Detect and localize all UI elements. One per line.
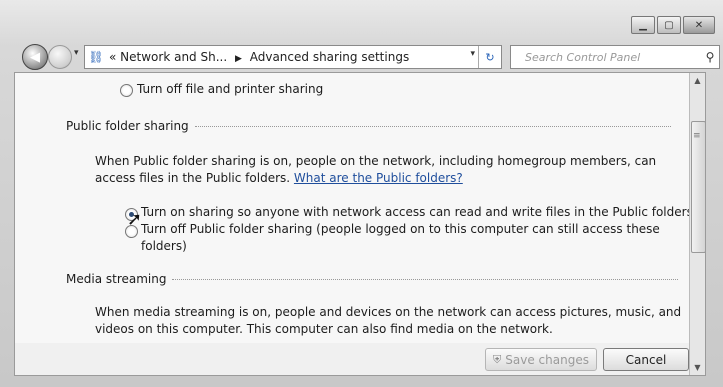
maximize-icon[interactable]: ▢: [657, 16, 681, 34]
address-dropdown-icon[interactable]: ▾: [470, 49, 475, 59]
public-folder-description-text: access files in the Public folders.: [95, 171, 291, 185]
navigation-bar: ◀ ▾ ⛓ « Network and Sh... ▶ Advanced sha…: [14, 40, 720, 70]
breadcrumb: « Network and Sh... ▶ Advanced sharing s…: [109, 50, 409, 64]
back-button[interactable]: ◀: [22, 44, 48, 70]
search-placeholder: Search Control Panel: [525, 50, 641, 64]
uac-shield-icon: ⛨: [493, 352, 502, 366]
network-icon: ⛓: [88, 50, 104, 64]
scroll-down-icon[interactable]: ▼: [692, 363, 703, 372]
public-folders-help-link[interactable]: What are the Public folders?: [294, 171, 463, 185]
breadcrumb-parent[interactable]: Network and Sh...: [120, 50, 227, 64]
public-folder-heading: Public folder sharing: [66, 119, 671, 133]
file-sharing-off-radio[interactable]: [120, 84, 133, 97]
window-controls: ▁ ▢ ✕: [629, 16, 715, 34]
public-folder-description-2: access files in the Public folders. What…: [95, 170, 463, 187]
refresh-icon[interactable]: ↻: [478, 46, 501, 68]
button-bar: ⛨ Save changes Cancel: [15, 343, 690, 375]
forward-button[interactable]: [48, 45, 72, 69]
media-description-2: videos on this computer. This computer c…: [95, 322, 553, 336]
breadcrumb-separator-icon[interactable]: ▶: [235, 54, 242, 64]
vertical-scrollbar[interactable]: ▲ ≡ ▼: [689, 73, 705, 375]
public-sharing-on-label[interactable]: Turn on sharing so anyone with network a…: [141, 204, 693, 221]
public-sharing-off-label-2[interactable]: folders): [141, 238, 187, 255]
close-icon[interactable]: ✕: [683, 16, 715, 34]
recent-pages-chevron-icon[interactable]: ▾: [74, 48, 79, 58]
mouse-pointer-icon: ➚: [127, 209, 143, 230]
save-changes-button[interactable]: ⛨ Save changes: [485, 348, 597, 371]
address-bar[interactable]: ⛓ « Network and Sh... ▶ Advanced sharing…: [84, 45, 502, 69]
scroll-up-icon[interactable]: ▲: [692, 76, 703, 85]
cancel-button[interactable]: Cancel: [603, 348, 689, 371]
settings-content: Turn off file and printer sharing Public…: [14, 72, 706, 376]
window-frame: ▁ ▢ ✕ ◀ ▾ ⛓ « Network and Sh... ▶ Advanc…: [0, 0, 723, 387]
search-icon[interactable]: ⚲: [701, 50, 719, 64]
public-sharing-off-label-1[interactable]: Turn off Public folder sharing (people l…: [141, 221, 660, 238]
save-changes-label: Save changes: [505, 352, 589, 367]
grip-icon: ≡: [693, 131, 701, 141]
media-description-1: When media streaming is on, people and d…: [95, 305, 682, 319]
breadcrumb-current[interactable]: Advanced sharing settings: [250, 50, 409, 64]
file-sharing-off-label[interactable]: Turn off file and printer sharing: [137, 81, 323, 98]
cancel-label: Cancel: [625, 352, 667, 367]
media-streaming-heading: Media streaming: [66, 272, 679, 286]
breadcrumb-overflow[interactable]: «: [109, 50, 116, 64]
minimize-icon[interactable]: ▁: [631, 16, 655, 34]
search-input[interactable]: Search Control Panel ⚲: [510, 45, 720, 69]
public-folder-title: Public folder sharing: [66, 119, 189, 133]
public-folder-description-1: When Public folder sharing is on, people…: [95, 154, 657, 168]
media-streaming-title: Media streaming: [66, 272, 167, 286]
title-bar: ▁ ▢ ✕: [0, 0, 723, 40]
